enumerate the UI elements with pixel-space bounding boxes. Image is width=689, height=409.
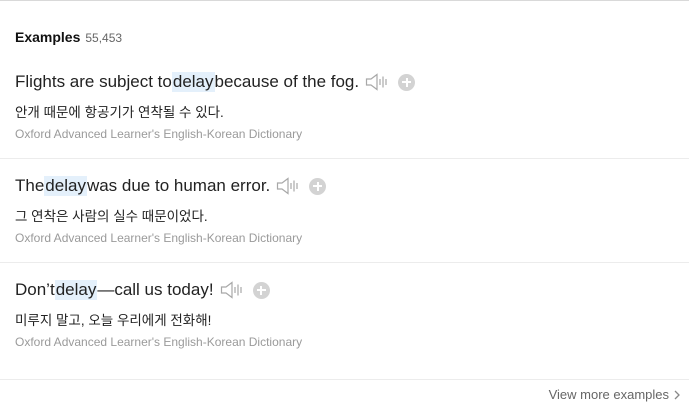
speaker-icon[interactable] <box>220 280 244 300</box>
sentence-text-after: because of the fog. <box>214 72 360 91</box>
chevron-right-icon <box>674 390 680 399</box>
sentence-text-before: Flights are subject to <box>15 72 172 91</box>
add-to-wordbook-button[interactable] <box>252 281 270 299</box>
translation-text: 그 연착은 사람의 실수 때문이었다. <box>15 209 208 224</box>
example-divider <box>0 262 689 263</box>
top-divider <box>0 0 689 1</box>
view-more-label: View more examples <box>548 387 669 402</box>
source-label: Oxford Advanced Learner's English-Korean… <box>15 231 303 245</box>
highlighted-term[interactable]: delay <box>44 176 87 196</box>
section-title: Examples <box>15 29 81 45</box>
example-sentence: Flights are subject to delay because of … <box>15 72 416 92</box>
examples-count: 55,453 <box>85 31 123 45</box>
add-to-wordbook-button[interactable] <box>398 73 416 91</box>
sentence-text-after: was due to human error. <box>86 176 271 195</box>
translation-text: 미루지 말고, 오늘 우리에게 전화해! <box>15 313 212 328</box>
example-sentence: The delay was due to human error. <box>15 176 327 196</box>
sentence-text-before: Don’t <box>15 280 55 299</box>
footer-divider <box>0 379 689 380</box>
view-more-examples-link[interactable]: View more examples <box>549 387 681 402</box>
example-sentence: Don’t delay —call us today! <box>15 280 270 300</box>
example-divider <box>0 158 689 159</box>
speaker-icon[interactable] <box>276 176 300 196</box>
translation-text: 안개 때문에 항공기가 연착될 수 있다. <box>15 105 224 120</box>
sentence-text-after: —call us today! <box>97 280 214 299</box>
source-label: Oxford Advanced Learner's English-Korean… <box>15 127 303 141</box>
add-to-wordbook-button[interactable] <box>309 177 327 195</box>
source-label: Oxford Advanced Learner's English-Korean… <box>15 335 303 349</box>
sentence-text-before: The <box>15 176 45 195</box>
highlighted-term[interactable]: delay <box>171 72 215 92</box>
examples-header: Examples 55,453 <box>15 29 122 45</box>
speaker-icon[interactable] <box>365 72 389 92</box>
highlighted-term[interactable]: delay <box>54 280 98 300</box>
